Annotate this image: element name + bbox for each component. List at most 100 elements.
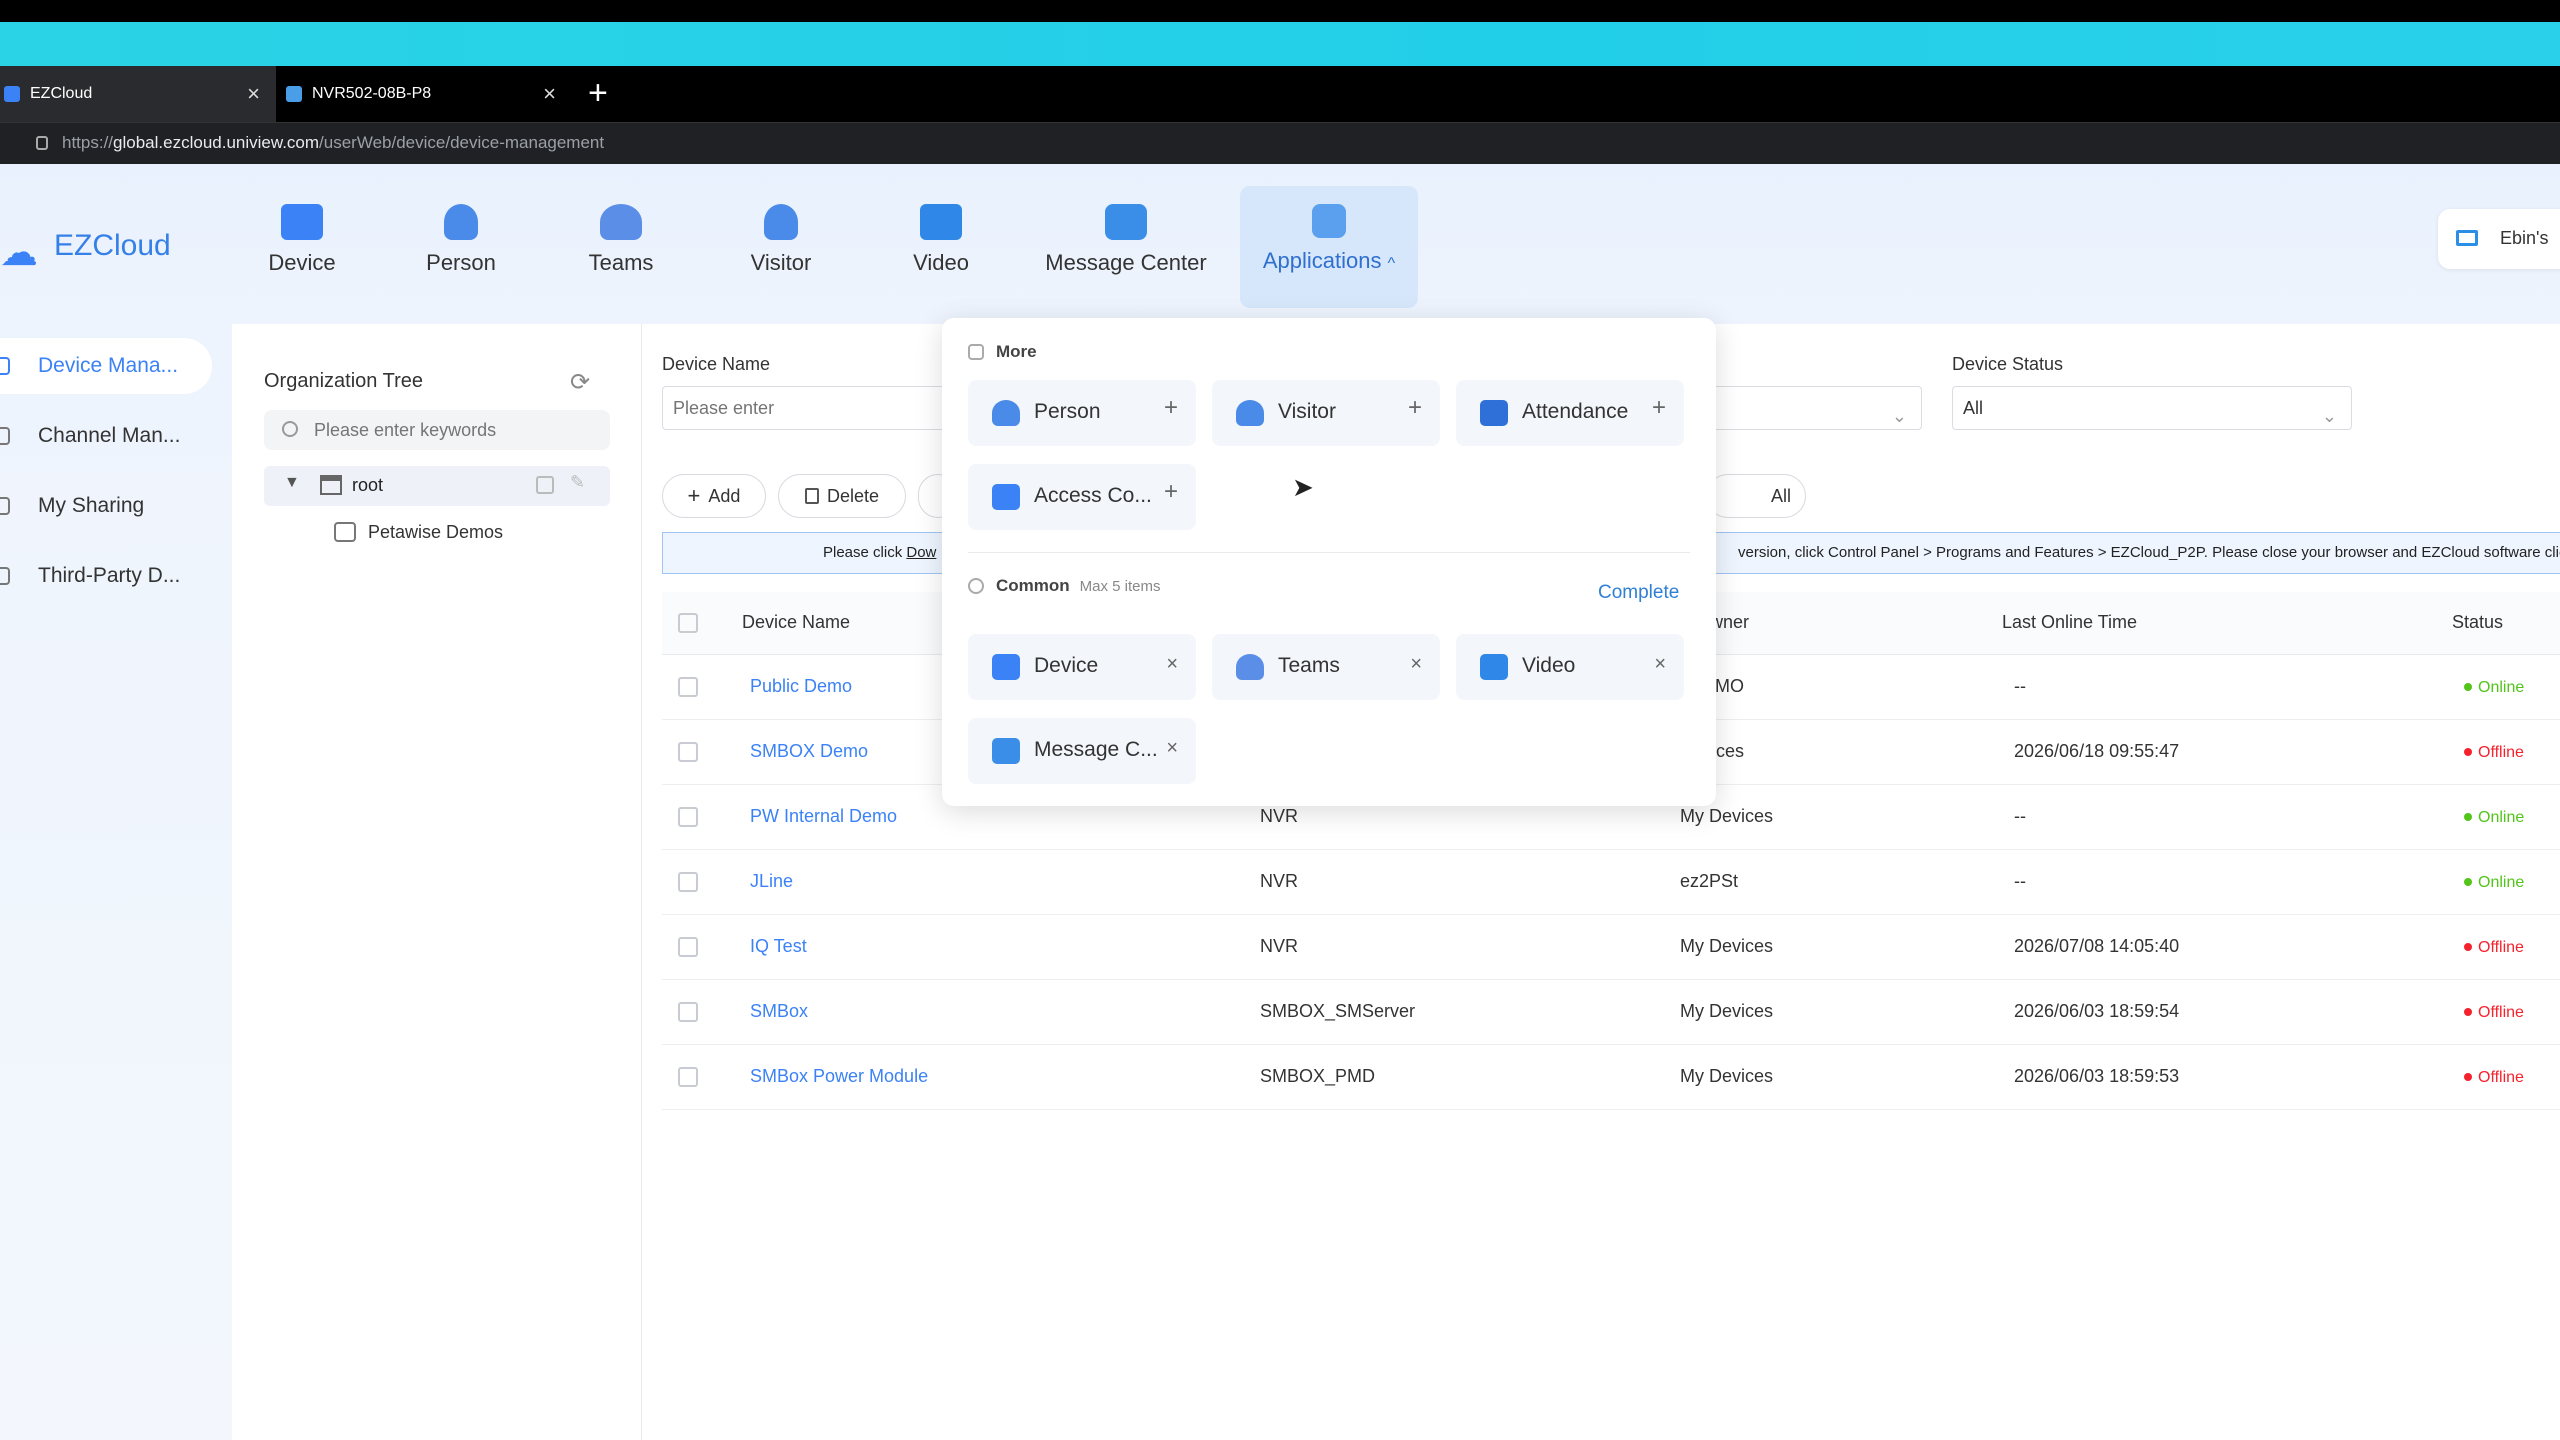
person-icon [444, 204, 478, 240]
add-icon[interactable]: + [1164, 480, 1178, 504]
sidebar-item-channel-management[interactable]: Channel Man... [0, 408, 212, 464]
sidebar-item-my-sharing[interactable]: My Sharing [0, 478, 212, 534]
common-item-video[interactable]: Video × [1456, 634, 1684, 700]
last-online-time: 2026/06/03 18:59:54 [2002, 979, 2452, 1045]
device-name-link[interactable]: IQ Test [750, 936, 807, 956]
common-item-teams[interactable]: Teams × [1212, 634, 1440, 700]
all-filter-button[interactable]: All [1706, 474, 1806, 518]
device-owner: My Devices [1672, 784, 2002, 850]
device-type: SMBOX_SMServer [1252, 979, 1672, 1045]
caret-down-icon[interactable]: ▼ [284, 474, 300, 492]
last-online-time: -- [2002, 849, 2452, 915]
device-icon [992, 654, 1020, 680]
last-online-time: -- [2002, 784, 2452, 850]
more-item-person[interactable]: Person + [968, 380, 1196, 446]
user-menu-button[interactable]: Ebin's [2438, 209, 2560, 269]
nav-applications[interactable]: Applications ^ [1240, 186, 1418, 308]
table-row[interactable]: IQ Test NVR My Devices 2026/07/08 14:05:40 O… [662, 914, 2560, 980]
status-dot-icon [2464, 1008, 2472, 1017]
nav-video[interactable]: Video [871, 204, 1011, 324]
table-row[interactable]: JLine NVR ez2PSt -- Online [662, 849, 2560, 915]
nav-message-center[interactable]: Message Center [1028, 204, 1224, 324]
more-item-attendance[interactable]: Attendance + [1456, 380, 1684, 446]
filter-select[interactable]: ⌄ [1682, 386, 1922, 430]
device-status-select[interactable]: All ⌄ [1952, 386, 2352, 430]
org-unit-icon [334, 522, 356, 542]
table-row[interactable]: SMBox Power Module SMBOX_PMD My Devices 202… [662, 1044, 2560, 1110]
grid-icon [968, 344, 984, 360]
share-icon [0, 497, 10, 515]
close-tab-icon[interactable]: × [543, 83, 556, 105]
device-name-link[interactable]: SMBOX Demo [750, 741, 868, 761]
ezcloud-favicon-icon [4, 86, 20, 102]
refresh-icon[interactable]: ⟳ [570, 368, 590, 397]
remove-icon[interactable]: × [1166, 738, 1178, 758]
org-search-input[interactable] [314, 410, 594, 450]
device-name-link[interactable]: JLine [750, 871, 793, 891]
app-logo-text: EZCloud [54, 229, 171, 262]
nav-visitor[interactable]: Visitor [711, 204, 851, 324]
tree-node-child[interactable]: Petawise Demos [334, 514, 503, 550]
chevron-up-icon: ^ [1387, 255, 1396, 272]
status-dot-icon [2464, 878, 2472, 887]
more-item-access-control[interactable]: Access Co... + [968, 464, 1196, 530]
device-name-link[interactable]: SMBox Power Module [750, 1066, 928, 1086]
browser-tab-nvr[interactable]: NVR502-08B-P8 × [280, 66, 572, 122]
add-icon[interactable]: + [1408, 396, 1422, 420]
edit-icon[interactable]: ✎ [570, 472, 585, 493]
remove-icon[interactable]: × [1410, 654, 1422, 674]
device-owner: ez2PSt [1672, 849, 2002, 915]
device-status-filter-label: Device Status [1952, 354, 2064, 374]
add-button[interactable]: + Add [662, 474, 766, 518]
sidebar-item-third-party[interactable]: Third-Party D... [0, 548, 212, 604]
nav-person[interactable]: Person [391, 204, 531, 324]
tab-label: NVR502-08B-P8 [312, 85, 432, 102]
device-name-link[interactable]: PW Internal Demo [750, 806, 897, 826]
add-icon[interactable]: + [1652, 396, 1666, 420]
remove-icon[interactable]: × [1166, 654, 1178, 674]
add-subnode-icon[interactable] [536, 476, 554, 494]
row-checkbox[interactable] [678, 1067, 698, 1088]
col-owner[interactable]: ce Owner [1672, 592, 2002, 655]
close-tab-icon[interactable]: × [247, 83, 260, 105]
common-item-message-center[interactable]: Message C... × [968, 718, 1196, 784]
add-icon[interactable]: + [1164, 396, 1178, 420]
browser-tab-ezcloud[interactable]: EZCloud × [0, 66, 276, 122]
video-icon [1480, 654, 1508, 680]
nav-device[interactable]: Device [232, 204, 372, 324]
row-checkbox[interactable] [678, 807, 698, 828]
status-badge: Online [2478, 679, 2525, 696]
col-status[interactable]: Status [2452, 592, 2560, 655]
col-last-online[interactable]: Last Online Time [2002, 592, 2452, 655]
url-text[interactable]: https://global.ezcloud.uniview.com/userW… [62, 133, 604, 153]
common-item-device[interactable]: Device × [968, 634, 1196, 700]
row-checkbox[interactable] [678, 742, 698, 763]
status-badge: Online [2478, 809, 2525, 826]
download-link[interactable]: Dow [906, 544, 936, 561]
delete-button[interactable]: Delete [778, 474, 906, 518]
sidebar: Device Mana... Channel Man... My Sharing… [0, 324, 232, 1440]
trash-icon [804, 488, 819, 504]
remove-icon[interactable]: × [1654, 654, 1666, 674]
row-checkbox[interactable] [678, 937, 698, 958]
device-name-link[interactable]: Public Demo [750, 676, 852, 696]
row-checkbox[interactable] [678, 872, 698, 893]
device-owner: Devices [1672, 719, 2002, 785]
select-all-checkbox[interactable] [678, 613, 698, 634]
channel-icon [0, 427, 10, 445]
table-row[interactable]: SMBox SMBOX_SMServer My Devices 2026/06/03 … [662, 979, 2560, 1045]
address-bar[interactable]: https://global.ezcloud.uniview.com/userW… [0, 122, 2560, 164]
row-checkbox[interactable] [678, 677, 698, 698]
device-name-link[interactable]: SMBox [750, 1001, 808, 1021]
nav-teams[interactable]: Teams [551, 204, 691, 324]
device-owner: My Devices [1672, 914, 2002, 980]
status-badge: Offline [2478, 1069, 2524, 1086]
row-checkbox[interactable] [678, 1002, 698, 1023]
building-icon [320, 475, 342, 495]
new-tab-icon[interactable]: + [588, 76, 608, 110]
tree-node-root[interactable]: ▼ root ✎ [264, 466, 610, 506]
apps-icon [1312, 204, 1346, 238]
more-item-visitor[interactable]: Visitor + [1212, 380, 1440, 446]
complete-button[interactable]: Complete [1598, 582, 1679, 604]
sidebar-item-device-management[interactable]: Device Mana... [0, 338, 212, 394]
